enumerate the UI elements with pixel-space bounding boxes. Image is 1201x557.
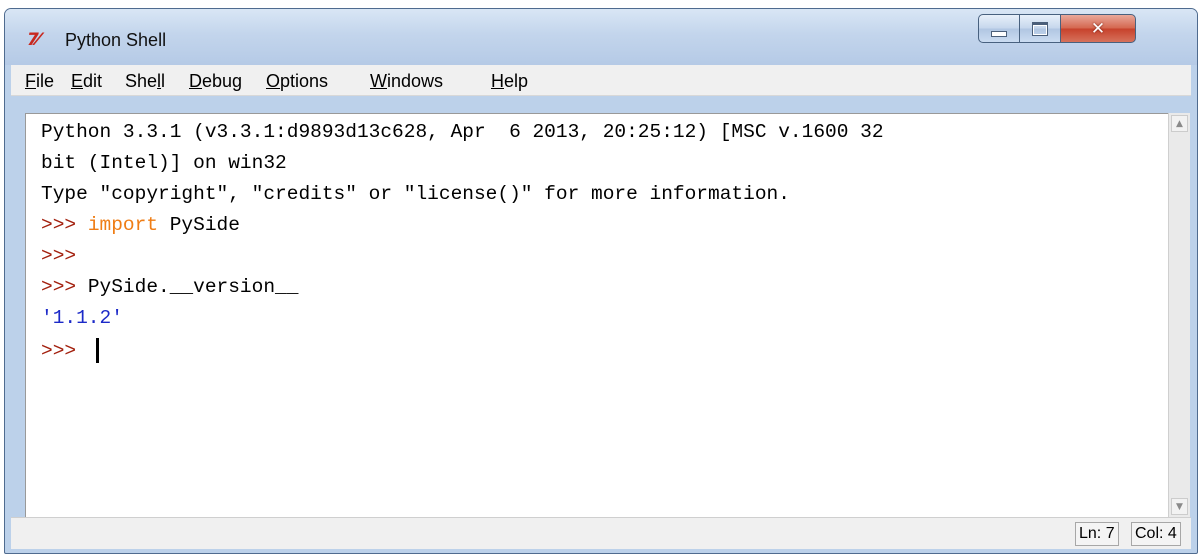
banner-line: Type "copyright", "credits" or "license(…: [41, 183, 790, 205]
window-title: Python Shell: [65, 30, 167, 50]
minimize-icon: [991, 30, 1007, 37]
shell-output-line: '1.1.2': [41, 307, 123, 329]
tk-feather-icon: 7⁄: [27, 30, 40, 50]
command-text: PySide: [158, 214, 240, 236]
shell-input-line: >>> PySide.__version__: [41, 272, 298, 302]
close-icon: ✕: [1090, 18, 1106, 39]
python-shell-window: 7⁄ Python Shell ✕ File Edit Shell Debug …: [4, 8, 1198, 554]
maximize-icon: [1032, 21, 1048, 36]
shell-prompt: >>>: [41, 214, 88, 236]
keyword-import: import: [87, 214, 159, 236]
arrow-down-icon: ▼: [1176, 501, 1183, 512]
shell-input-line: >>>: [41, 241, 88, 271]
menu-bar: File Edit Shell Debug Options Windows He…: [11, 65, 1191, 96]
title-bar[interactable]: 7⁄ Python Shell ✕: [5, 9, 1197, 65]
shell-text-area[interactable]: Python 3.3.1 (v3.3.1:d9893d13c628, Apr 6…: [25, 113, 1168, 517]
vertical-scrollbar[interactable]: ▲ ▼: [1168, 113, 1190, 517]
arrow-up-icon: ▲: [1176, 118, 1183, 129]
menu-debug[interactable]: Debug: [189, 71, 242, 92]
status-line-number: Ln: 7: [1075, 522, 1119, 546]
shell-prompt: >>>: [41, 276, 88, 298]
banner-line: bit (Intel)] on win32: [41, 152, 287, 174]
status-bar: Ln: 7 Col: 4: [11, 517, 1191, 549]
menu-options[interactable]: Options: [266, 71, 328, 92]
scroll-down-button[interactable]: ▼: [1171, 498, 1188, 515]
text-cursor: [95, 338, 99, 364]
menu-edit[interactable]: Edit: [71, 71, 102, 92]
menu-help[interactable]: Help: [491, 71, 528, 92]
close-button[interactable]: ✕: [1060, 14, 1136, 43]
banner-line: Python 3.3.1 (v3.3.1:d9893d13c628, Apr 6…: [41, 121, 884, 143]
scroll-up-button[interactable]: ▲: [1171, 115, 1188, 132]
shell-prompt: >>>: [41, 340, 88, 362]
minimize-button[interactable]: [978, 14, 1020, 43]
menu-file[interactable]: File: [25, 71, 54, 92]
menu-shell[interactable]: Shell: [125, 71, 165, 92]
status-column-number: Col: 4: [1131, 522, 1181, 546]
command-text: PySide.__version__: [87, 276, 299, 298]
shell-input-line: >>> import PySide: [41, 210, 240, 240]
menu-windows[interactable]: Windows: [370, 71, 443, 92]
shell-current-line[interactable]: >>>: [41, 336, 99, 366]
shell-prompt: >>>: [41, 245, 88, 267]
maximize-button[interactable]: [1019, 14, 1061, 43]
